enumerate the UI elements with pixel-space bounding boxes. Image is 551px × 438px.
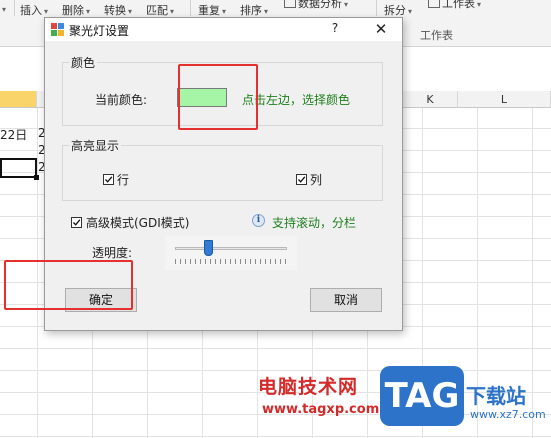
advanced-mode-checkbox[interactable]	[71, 217, 82, 228]
close-icon[interactable]: ✕	[369, 19, 393, 39]
tag-logo: TAG	[380, 366, 464, 426]
chevron-down-icon: ▾	[222, 7, 227, 16]
chevron-down-icon: ▾	[44, 7, 49, 16]
check-icon	[105, 176, 113, 183]
watermark-site-url: www.tagxp.com	[262, 402, 380, 417]
ribbon-partial-item[interactable]: ▾	[0, 2, 6, 16]
watermark-xz-name: 下载站	[466, 384, 526, 408]
column-header-k[interactable]: K	[403, 91, 458, 108]
ribbon-separator	[14, 0, 15, 16]
chevron-down-icon: ▾	[264, 7, 269, 16]
ribbon-separator	[190, 0, 191, 16]
data-analysis-menu[interactable]: 数据分析 ▾	[284, 0, 349, 10]
cancel-button[interactable]: 取消	[310, 288, 382, 312]
chevron-down-icon: ▾	[477, 0, 482, 9]
watermark-site-name: 电脑技术网	[258, 376, 359, 398]
info-icon: i	[252, 214, 265, 227]
active-cell[interactable]	[0, 158, 39, 180]
worksheet-icon	[428, 0, 440, 8]
column-header-highlighted[interactable]	[0, 91, 37, 108]
column-label: 列	[310, 173, 323, 187]
advanced-mode-hint: 支持滚动，分栏	[272, 216, 357, 230]
color-group-title: 颜色	[69, 54, 98, 71]
worksheet-menu[interactable]: 工作表 ▾	[428, 0, 482, 10]
app-icon	[51, 23, 64, 36]
delete-menu[interactable]: 删除 ▾	[62, 2, 91, 17]
column-header-l[interactable]: L	[458, 91, 551, 108]
sort-menu[interactable]: 排序 ▾	[240, 2, 269, 17]
repeat-menu[interactable]: 重复 ▾	[198, 2, 227, 17]
slider-ticks	[175, 259, 287, 264]
split-menu[interactable]: 拆分 ▾	[384, 2, 413, 17]
annotation-box-ok	[4, 260, 133, 310]
ribbon-group-label: 工作表	[420, 29, 453, 42]
dialog-title: 聚光灯设置	[69, 24, 130, 38]
color-hint: 点击左边，选择颜色	[242, 93, 351, 107]
slider-thumb[interactable]	[204, 240, 214, 256]
cell-date: 22日	[0, 128, 28, 142]
current-color-label: 当前颜色:	[95, 93, 148, 107]
analysis-icon	[284, 0, 296, 8]
row-checkbox[interactable]	[103, 174, 114, 185]
chevron-down-icon: ▾	[170, 7, 175, 16]
highlight-group-title: 高亮显示	[69, 137, 122, 154]
column-checkbox[interactable]	[296, 174, 307, 185]
help-button[interactable]: ?	[325, 21, 345, 39]
convert-menu[interactable]: 转换 ▾	[104, 2, 133, 17]
advanced-mode-label: 高级模式(GDI模式)	[86, 216, 190, 230]
row-label: 行	[117, 173, 130, 187]
chevron-down-icon: ▾	[408, 7, 413, 16]
match-menu[interactable]: 匹配 ▾	[146, 2, 175, 17]
chevron-down-icon: ▾	[128, 7, 133, 16]
annotation-box-color	[178, 64, 258, 130]
opacity-slider[interactable]	[165, 236, 297, 270]
watermark-xz-url: www.xz7.com	[470, 408, 546, 421]
slider-track	[175, 247, 287, 250]
chevron-down-icon: ▾	[344, 0, 349, 9]
check-icon	[298, 176, 306, 183]
chevron-down-icon: ▾	[86, 7, 91, 16]
dialog-titlebar[interactable]: 聚光灯设置 ? ✕	[45, 18, 402, 41]
opacity-label: 透明度:	[92, 246, 133, 260]
check-icon	[73, 219, 81, 226]
ribbon-separator	[376, 0, 377, 16]
insert-menu[interactable]: 插入 ▾	[20, 2, 49, 17]
